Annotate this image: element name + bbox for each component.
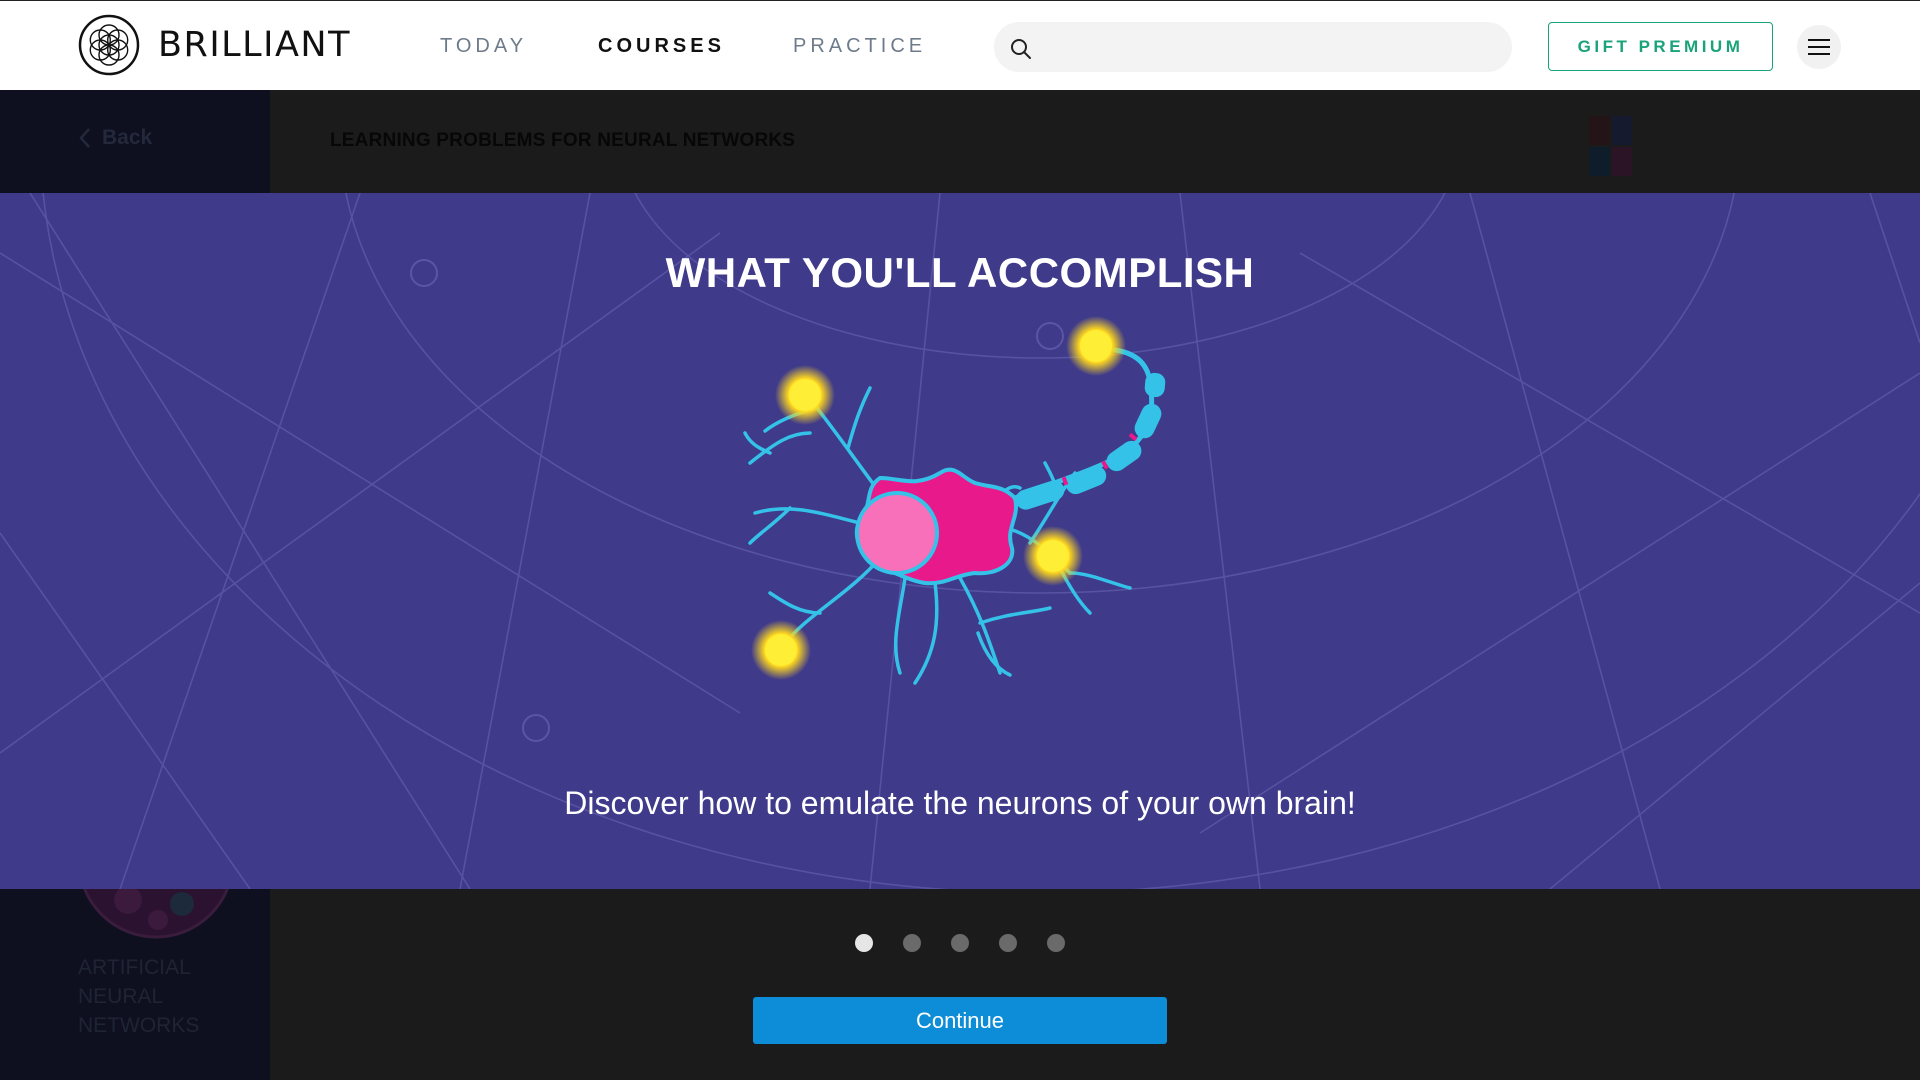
- thumbnail: [1611, 116, 1632, 145]
- page-dot-1[interactable]: [855, 934, 873, 952]
- nav-practice[interactable]: PRACTICE: [793, 1, 926, 91]
- sidebar-course-name: ARTIFICIAL NEURAL NETWORKS: [78, 956, 200, 1037]
- page-dot-5[interactable]: [1047, 934, 1065, 952]
- lesson-thumbnails[interactable]: [1589, 116, 1632, 176]
- nav-today[interactable]: TODAY: [440, 1, 527, 91]
- continue-button[interactable]: Continue: [753, 997, 1167, 1044]
- back-link[interactable]: Back: [78, 126, 152, 150]
- brilliant-logo-icon: [78, 14, 140, 76]
- back-label: Back: [102, 126, 153, 149]
- brand-home-link[interactable]: BRILLIANT: [78, 14, 351, 76]
- thumbnail: [1611, 147, 1632, 176]
- gift-premium-button[interactable]: GIFT PREMIUM: [1548, 22, 1773, 71]
- lesson-title: LEARNING PROBLEMS FOR NEURAL NETWORKS: [330, 130, 796, 151]
- search-input[interactable]: [1044, 22, 1494, 72]
- thumbnail: [1589, 116, 1610, 145]
- pagination-dots: [855, 934, 1065, 952]
- hamburger-menu-icon: [1808, 39, 1830, 55]
- top-navigation: BRILLIANT TODAY COURSES PRACTICE GIFT PR…: [0, 0, 1920, 90]
- brand-name: BRILLIANT: [158, 25, 351, 65]
- search-bar[interactable]: [994, 22, 1512, 72]
- neuron-illustration: [743, 316, 1166, 685]
- thumbnail: [1589, 147, 1610, 176]
- search-icon: [1011, 39, 1031, 59]
- accomplish-banner: WHAT YOU'LL ACCOMPLISH Discover how to e…: [0, 193, 1920, 889]
- page-dot-4[interactable]: [999, 934, 1017, 952]
- page-dot-3[interactable]: [951, 934, 969, 952]
- chevron-left-icon: [79, 128, 90, 148]
- menu-button[interactable]: [1797, 25, 1841, 69]
- nav-courses[interactable]: COURSES: [598, 1, 725, 91]
- banner-title: WHAT YOU'LL ACCOMPLISH: [665, 249, 1255, 296]
- banner-subtitle: Discover how to emulate the neurons of y…: [564, 785, 1356, 821]
- page-dot-2[interactable]: [903, 934, 921, 952]
